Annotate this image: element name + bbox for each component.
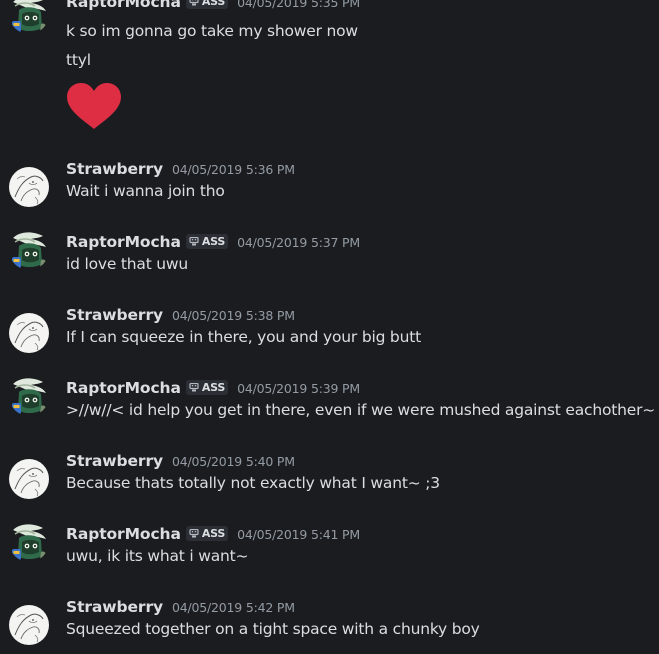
message-text: id love that uwu <box>66 255 189 273</box>
game-controller-icon <box>189 529 199 538</box>
avatar[interactable] <box>9 376 49 416</box>
message-text: ttyl <box>66 51 91 69</box>
server-tag[interactable]: ASS <box>185 234 229 249</box>
timestamp: 04/05/2019 5:39 PM <box>237 381 360 396</box>
timestamp: 04/05/2019 5:35 PM <box>237 0 360 10</box>
message-text: Squeezed together on a tight space with … <box>66 620 480 638</box>
timestamp: 04/05/2019 5:42 PM <box>172 600 295 615</box>
avatar[interactable] <box>9 313 49 353</box>
timestamp: 04/05/2019 5:37 PM <box>237 235 360 250</box>
username[interactable]: Strawberry <box>66 160 163 178</box>
server-tag[interactable]: ASS <box>185 380 229 395</box>
avatar[interactable] <box>9 0 49 34</box>
avatar[interactable] <box>9 605 49 645</box>
username[interactable]: Strawberry <box>66 452 163 470</box>
server-tag-label: ASS <box>201 527 226 540</box>
message-header: Strawberry 04/05/2019 5:36 PM <box>66 160 295 184</box>
game-controller-icon <box>189 383 199 392</box>
red-heart-icon <box>67 83 121 129</box>
avatar[interactable] <box>9 522 49 562</box>
username[interactable]: RaptorMocha <box>66 233 181 251</box>
timestamp: 04/05/2019 5:36 PM <box>172 162 295 177</box>
message-header: RaptorMocha ASS 04/05/2019 5:35 PM <box>66 0 360 17</box>
timestamp: 04/05/2019 5:38 PM <box>172 308 295 323</box>
timestamp: 04/05/2019 5:40 PM <box>172 454 295 469</box>
message-header: RaptorMocha ASS 04/05/2019 5:41 PM <box>66 525 360 549</box>
message-header: RaptorMocha ASS 04/05/2019 5:39 PM <box>66 379 360 403</box>
game-controller-icon <box>189 0 199 6</box>
message-text: k so im gonna go take my shower now <box>66 22 358 40</box>
server-tag-label: ASS <box>201 381 226 394</box>
server-tag[interactable]: ASS <box>185 0 229 9</box>
username[interactable]: RaptorMocha <box>66 0 181 11</box>
message-header: RaptorMocha ASS 04/05/2019 5:37 PM <box>66 233 360 257</box>
message-list: RaptorMocha ASS 04/05/2019 5:35 PM k so … <box>0 0 659 654</box>
message-header: Strawberry 04/05/2019 5:40 PM <box>66 452 295 476</box>
username[interactable]: Strawberry <box>66 306 163 324</box>
timestamp: 04/05/2019 5:41 PM <box>237 527 360 542</box>
message-text: If I can squeeze in there, you and your … <box>66 328 421 346</box>
message-header: Strawberry 04/05/2019 5:38 PM <box>66 306 295 330</box>
message-text: uwu, ik its what i want~ <box>66 547 249 565</box>
message-header: Strawberry 04/05/2019 5:42 PM <box>66 598 295 622</box>
avatar[interactable] <box>9 459 49 499</box>
server-tag[interactable]: ASS <box>185 526 229 541</box>
server-tag-label: ASS <box>201 0 226 8</box>
message-text: Wait i wanna join tho <box>66 182 225 200</box>
game-controller-icon <box>189 237 199 246</box>
avatar[interactable] <box>9 230 49 270</box>
message-text: >//w//< id help you get in there, even i… <box>66 401 656 419</box>
avatar[interactable] <box>9 167 49 207</box>
username[interactable]: RaptorMocha <box>66 379 181 397</box>
server-tag-label: ASS <box>201 235 226 248</box>
username[interactable]: RaptorMocha <box>66 525 181 543</box>
username[interactable]: Strawberry <box>66 598 163 616</box>
message-text: Because thats totally not exactly what I… <box>66 474 440 492</box>
